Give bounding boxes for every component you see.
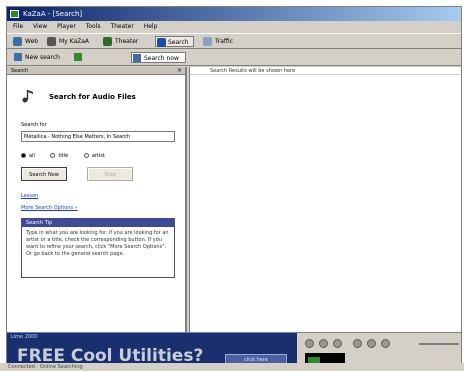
search-pane-header-label: Search — [11, 68, 29, 74]
toolbar-web-label: Web — [25, 38, 39, 45]
banner-tag: Lime 2000 — [11, 334, 38, 340]
main-toolbar: Web My KaZaA Theater Search Traffic — [7, 33, 461, 49]
play-icon[interactable] — [305, 339, 314, 348]
radio-all-label: all — [29, 153, 35, 159]
results-pane: Search Results will be shown here — [189, 67, 461, 335]
menu-theater[interactable]: Theater — [110, 23, 133, 30]
volume-slider[interactable] — [419, 343, 459, 345]
search-pane: Search × Search for Audio Files Search f… — [7, 67, 187, 335]
app-window: KaZaA - [Search] File View Player Tools … — [6, 6, 462, 369]
next-icon[interactable] — [367, 339, 376, 348]
previous-icon[interactable] — [353, 339, 362, 348]
radio-artist-label: artist — [91, 153, 105, 159]
window-title: KaZaA - [Search] — [23, 10, 83, 18]
toolbar-mykazaa-button[interactable]: My KaZaA — [47, 36, 89, 47]
search-now-icon — [133, 54, 141, 62]
search-now-button[interactable]: Search Now — [21, 167, 67, 181]
back-arrow-icon — [74, 53, 82, 61]
radio-title[interactable]: title — [50, 153, 68, 159]
status-bar: Connected - Online Searching — [0, 363, 464, 371]
toolbar-web-button[interactable]: Web — [13, 36, 38, 47]
results-header: Search Results will be shown here — [190, 67, 461, 75]
radio-artist[interactable]: artist — [83, 153, 105, 159]
search-for-label: Search for — [21, 122, 47, 128]
radio-all-dot — [21, 153, 26, 158]
stop-icon[interactable] — [333, 339, 342, 348]
title-bar: KaZaA - [Search] — [7, 7, 461, 21]
search-pane-title: Search for Audio Files — [49, 93, 136, 101]
sub-toolbar: New search Search now — [7, 50, 461, 66]
toolbar-theater-label: Theater — [115, 38, 139, 45]
new-search-button[interactable]: New search — [13, 52, 60, 63]
search-icon — [157, 38, 166, 47]
theater-icon — [103, 37, 112, 46]
search-tip-text: Type in what you are looking for. If you… — [26, 230, 169, 257]
volume-icon[interactable] — [381, 339, 390, 348]
search-now-tab-label: Search now — [144, 55, 179, 62]
search-now-tab[interactable]: Search now — [131, 52, 186, 63]
toolbar-search-label: Search — [168, 39, 189, 46]
radio-artist-dot — [83, 153, 89, 158]
lesson-link[interactable]: Lesson — [21, 193, 38, 199]
radio-title-label: title — [58, 153, 69, 159]
stop-button[interactable]: Stop — [87, 167, 133, 181]
toolbar-traffic-button[interactable]: Traffic — [203, 36, 233, 47]
menu-view[interactable]: View — [33, 23, 47, 30]
search-pane-header: Search × — [7, 67, 185, 75]
search-input[interactable]: Metallica - Nothing Else Matters, In Sea… — [21, 131, 175, 142]
globe-icon — [13, 37, 22, 46]
menu-tools[interactable]: Tools — [86, 23, 101, 30]
new-search-label: New search — [25, 54, 60, 61]
traffic-icon — [203, 37, 212, 46]
pause-icon[interactable] — [319, 339, 328, 348]
back-button[interactable] — [73, 52, 85, 63]
search-type-radios: all title artist — [21, 153, 181, 159]
app-icon — [10, 10, 19, 18]
folder-icon — [47, 37, 56, 46]
menu-file[interactable]: File — [13, 23, 23, 30]
radio-all[interactable]: all — [21, 153, 35, 159]
toolbar-mykazaa-label: My KaZaA — [59, 38, 90, 45]
toolbar-search-button[interactable]: Search — [155, 36, 194, 47]
more-search-options-link[interactable]: More Search Options » — [21, 205, 78, 211]
radio-title-dot — [50, 153, 56, 158]
new-search-icon — [14, 53, 22, 61]
toolbar-theater-button[interactable]: Theater — [103, 36, 138, 47]
menu-bar: File View Player Tools Theater Help — [7, 22, 461, 32]
menu-help[interactable]: Help — [144, 23, 158, 30]
toolbar-traffic-label: Traffic — [215, 38, 234, 45]
audio-note-icon — [22, 90, 33, 103]
menu-player[interactable]: Player — [57, 23, 76, 30]
close-icon[interactable]: × — [177, 67, 182, 75]
search-tip-title: Search Tip — [22, 219, 174, 227]
search-tip-box: Search Tip Type in what you are looking … — [21, 218, 175, 278]
